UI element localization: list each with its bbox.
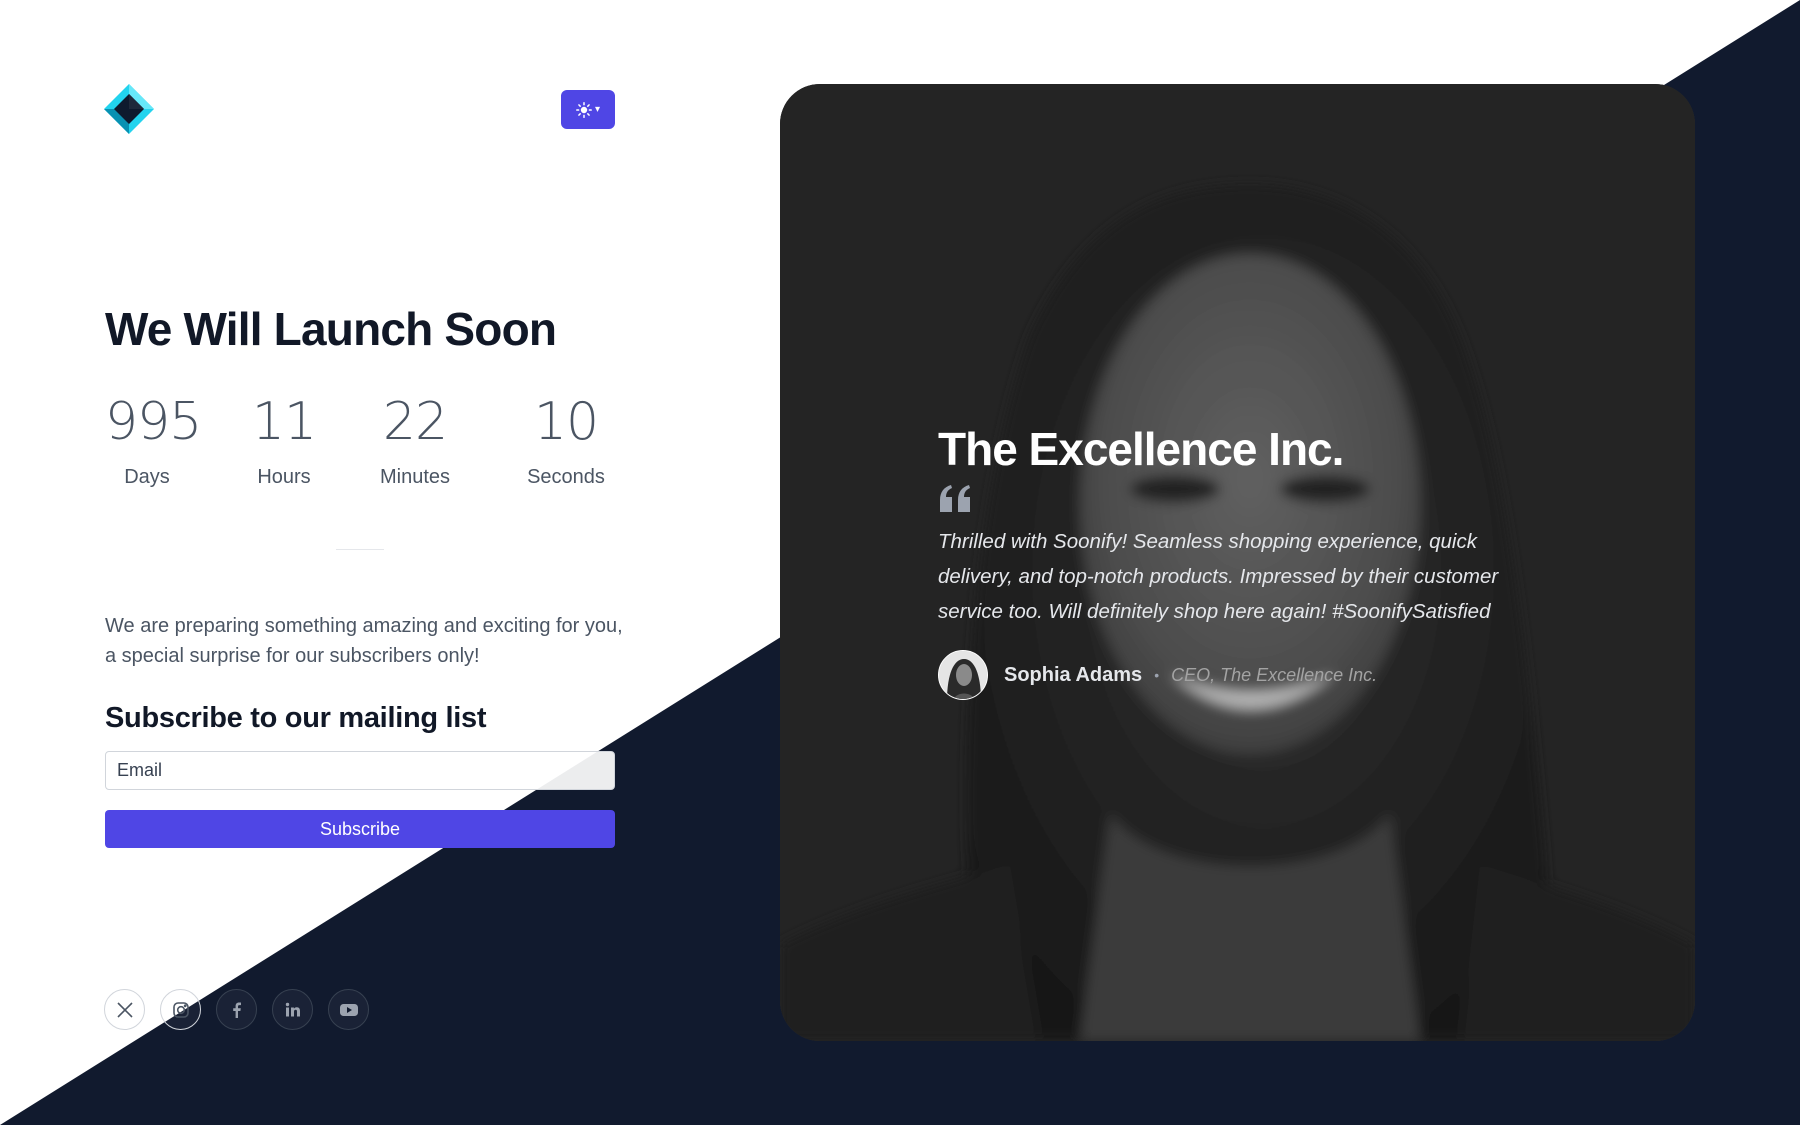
youtube-icon[interactable] — [328, 989, 369, 1030]
chevron-down-icon: ▾ — [594, 103, 601, 115]
divider — [336, 549, 384, 550]
countdown-hours: 11 Hours — [239, 392, 329, 489]
testimonial-author: Sophia Adams • CEO, The Excellence Inc. — [938, 650, 1377, 700]
social-links — [104, 989, 369, 1030]
author-role: CEO, The Excellence Inc. — [1171, 664, 1378, 685]
countdown: 995 Days 11 Hours 22 Minutes 10 Seconds — [105, 392, 615, 502]
countdown-minutes: 22 Minutes — [370, 392, 460, 489]
subscribe-heading: Subscribe to our mailing list — [105, 702, 487, 734]
countdown-days-label: Days — [124, 466, 170, 488]
facebook-icon[interactable] — [216, 989, 257, 1030]
countdown-days: 995 Days — [105, 392, 202, 489]
instagram-icon[interactable] — [160, 989, 201, 1030]
countdown-seconds: 10 Seconds — [517, 392, 615, 489]
sun-icon — [576, 101, 592, 118]
quote-icon — [940, 485, 970, 512]
diamond-logo-icon[interactable] — [104, 84, 154, 134]
separator-dot: • — [1154, 667, 1160, 683]
linkedin-icon[interactable] — [272, 989, 313, 1030]
countdown-seconds-value: 10 — [533, 392, 599, 452]
author-name: Sophia Adams — [1004, 663, 1143, 686]
countdown-hours-value: 11 — [251, 392, 317, 452]
page-title: We Will Launch Soon — [105, 303, 557, 355]
avatar — [938, 650, 988, 700]
testimonial-card: The Excellence Inc. Thrilled with Soonif… — [780, 84, 1695, 1041]
subscribe-button[interactable]: Subscribe — [105, 810, 615, 848]
email-field[interactable] — [105, 751, 615, 790]
testimonial-quote: Thrilled with Soonify! Seamless shopping… — [938, 530, 1499, 623]
countdown-minutes-label: Minutes — [379, 466, 451, 488]
theme-toggle-button[interactable]: ▾ — [561, 90, 615, 129]
intro-text: We are preparing something amazing and e… — [105, 615, 623, 667]
countdown-minutes-value: 22 — [382, 392, 448, 452]
testimonial-company: The Excellence Inc. — [938, 423, 1344, 475]
countdown-days-value: 995 — [105, 392, 202, 452]
countdown-seconds-label: Seconds — [527, 466, 605, 488]
x-twitter-icon[interactable] — [104, 989, 145, 1030]
countdown-hours-label: Hours — [257, 466, 311, 488]
